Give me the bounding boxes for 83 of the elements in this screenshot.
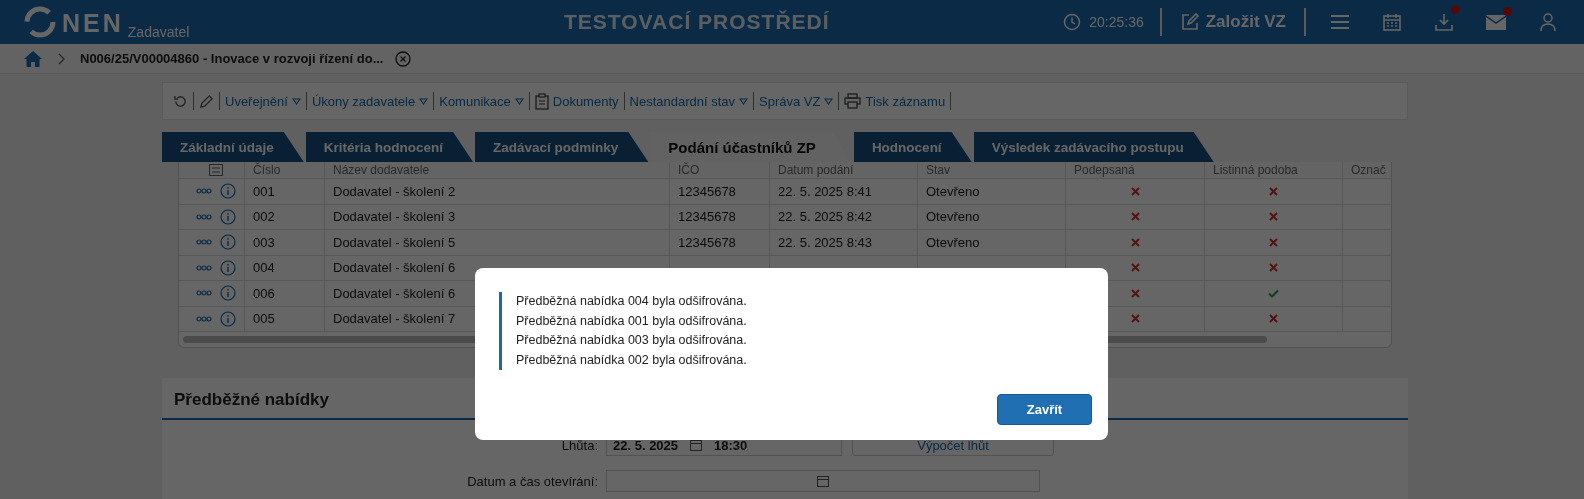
more-icon[interactable] — [195, 239, 212, 246]
column-settings-icon[interactable] — [208, 164, 223, 176]
field-label: Datum a čas otevírání: — [466, 473, 599, 489]
menu-button[interactable]: Správa VZ — [759, 93, 834, 109]
table-cell: 12345678 — [678, 209, 736, 225]
documents-button[interactable]: Dokumenty — [534, 92, 619, 110]
clipboard-icon — [534, 92, 549, 110]
column-header[interactable]: Listinná podoba — [1205, 162, 1343, 178]
more-icon[interactable] — [195, 213, 212, 220]
table-cell: Dodavatel - školení 5 — [325, 230, 670, 255]
more-icon[interactable] — [195, 290, 212, 297]
print-button[interactable]: Tisk záznamu — [844, 93, 946, 109]
column-header[interactable]: Stav — [918, 162, 1066, 178]
info-icon[interactable] — [219, 285, 236, 302]
caret-icon — [514, 97, 524, 105]
more-icon[interactable] — [195, 315, 212, 322]
menu-icon[interactable] — [1331, 14, 1349, 30]
info-icon[interactable] — [219, 183, 236, 200]
logo-icon — [24, 6, 56, 38]
table-cell: Dodavatel - školení 2 — [325, 179, 670, 204]
table-cell: 004 — [245, 255, 325, 280]
tab[interactable]: Výsledek zadávacího postupu — [973, 132, 1214, 162]
logo-text: NEN — [62, 8, 124, 38]
info-icon[interactable] — [219, 310, 236, 327]
tab[interactable]: Hodnocení — [853, 132, 972, 162]
tab[interactable]: Kritéria hodnocení — [305, 132, 474, 162]
tab[interactable]: Základní údaje — [162, 132, 304, 162]
message-text: Předběžná nabídka 002 byla odšifrována. — [516, 351, 747, 369]
menu-button[interactable]: Nestandardní stav — [629, 93, 749, 109]
column-header[interactable]: IČO — [670, 162, 770, 178]
table-cell: 22. 5. 2025 8:42 — [778, 209, 872, 225]
table-cell: Otevřeno — [926, 234, 980, 250]
role-label: Zadavatel — [127, 24, 190, 40]
info-icon[interactable] — [219, 234, 236, 251]
caret-icon — [739, 97, 749, 105]
clock-icon — [1063, 13, 1082, 31]
menu-button[interactable]: Komunikace — [439, 93, 524, 109]
close-icon[interactable] — [395, 50, 412, 67]
table-cell: 003 — [245, 230, 325, 255]
column-header[interactable]: Datum podání — [770, 162, 918, 178]
tab[interactable]: Zadávací podmínky — [475, 132, 649, 162]
caret-icon — [419, 97, 429, 105]
more-icon[interactable] — [195, 188, 212, 195]
table-cell: 002 — [245, 204, 325, 229]
date-field[interactable] — [606, 470, 1040, 492]
table-cell: Dodavatel - školení 3 — [325, 204, 670, 229]
pencil-icon[interactable] — [199, 93, 214, 109]
table-cell: 005 — [245, 306, 325, 331]
clock-time: 20:25:36 — [1089, 14, 1144, 30]
environment-title: TESTOVACÍ PROSTŘEDÍ — [563, 10, 831, 34]
menu-button[interactable]: Úkony zadavatele — [311, 93, 429, 109]
column-header[interactable]: Název dodavatele — [325, 162, 670, 178]
user-icon[interactable] — [1540, 13, 1556, 31]
refresh-icon[interactable] — [173, 93, 188, 109]
caret-icon — [291, 97, 301, 105]
column-header[interactable]: Podepsaná — [1066, 162, 1205, 178]
table-cell: 006 — [245, 281, 325, 306]
column-header[interactable]: Číslo — [245, 162, 325, 178]
calendar-icon[interactable] — [690, 439, 703, 451]
table-cell: 22. 5. 2025 8:41 — [778, 183, 872, 199]
breadcrumb-item[interactable]: N006/25/V00004860 - Inovace v rozvoji řízení do... — [80, 51, 384, 66]
field-label: Lhůta: — [560, 437, 599, 453]
table-cell: Otevřeno — [926, 209, 980, 225]
message-text: Předběžná nabídka 003 byla odšifrována. — [516, 332, 747, 349]
chevron-icon — [58, 52, 66, 65]
table-cell: 22. 5. 2025 8:43 — [778, 234, 872, 250]
download-icon[interactable] — [1435, 13, 1453, 31]
mail-icon[interactable] — [1486, 14, 1506, 30]
table-cell: 001 — [245, 179, 325, 204]
table-cell: Otevřeno — [926, 183, 980, 199]
caret-icon — [824, 97, 834, 105]
menu-button[interactable]: Uveřejnění — [225, 93, 301, 109]
more-icon[interactable] — [195, 264, 212, 271]
edit-icon — [1179, 12, 1200, 32]
printer-icon — [844, 93, 862, 109]
info-icon[interactable] — [219, 259, 236, 276]
info-icon[interactable] — [219, 208, 236, 225]
create-button[interactable]: Založit VZ — [1173, 12, 1292, 32]
close-button[interactable]: Zavřít — [997, 394, 1092, 425]
table-cell: 12345678 — [678, 234, 736, 250]
table-cell: 12345678 — [678, 183, 736, 199]
home-icon[interactable] — [24, 50, 42, 67]
column-header[interactable]: Označ — [1343, 162, 1389, 178]
